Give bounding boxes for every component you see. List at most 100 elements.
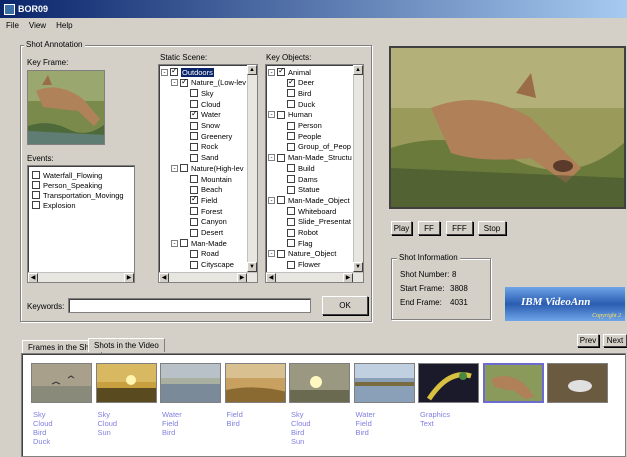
scroll-left-icon[interactable]: ◀ bbox=[266, 273, 276, 282]
checkbox[interactable] bbox=[277, 153, 285, 162]
object-item[interactable]: Build bbox=[287, 163, 315, 173]
object-item[interactable]: Deer bbox=[287, 77, 314, 88]
checkbox[interactable] bbox=[190, 132, 198, 141]
checkbox[interactable] bbox=[287, 175, 295, 183]
menu-view[interactable]: View bbox=[29, 21, 46, 30]
collapse-icon[interactable]: - bbox=[171, 239, 178, 247]
checkbox[interactable] bbox=[287, 185, 295, 194]
checkbox[interactable] bbox=[190, 153, 198, 162]
scene-item[interactable]: Cloud bbox=[190, 99, 221, 109]
scene-item[interactable]: - Outdoors bbox=[161, 66, 214, 77]
scroll-right-icon[interactable]: ▶ bbox=[124, 273, 134, 282]
object-item[interactable]: Flower bbox=[287, 260, 321, 270]
object-item[interactable]: - Human bbox=[268, 110, 312, 120]
scroll-down-icon[interactable]: ▼ bbox=[247, 262, 257, 272]
collapse-icon[interactable]: - bbox=[268, 154, 275, 162]
scroll-right-icon[interactable]: ▶ bbox=[343, 273, 353, 282]
scene-item[interactable]: Mountain bbox=[190, 174, 232, 184]
shot-thumbnail[interactable] bbox=[95, 363, 157, 403]
scene-item[interactable]: Road bbox=[190, 249, 219, 259]
objects-vscroll[interactable]: ▲ ▼ bbox=[353, 65, 363, 272]
checkbox[interactable] bbox=[170, 66, 178, 76]
checkbox[interactable] bbox=[32, 181, 40, 189]
checkbox[interactable] bbox=[180, 164, 188, 173]
checkbox[interactable] bbox=[190, 175, 198, 183]
stop-button[interactable]: Stop bbox=[478, 221, 506, 235]
scene-item[interactable]: - Nature(High-lev bbox=[171, 163, 244, 173]
scene-item[interactable]: - Nature_(Low-lev bbox=[171, 77, 246, 88]
checkbox[interactable] bbox=[287, 217, 295, 226]
checkbox[interactable] bbox=[180, 77, 188, 87]
object-item[interactable]: Duck bbox=[287, 99, 315, 109]
checkbox[interactable] bbox=[190, 207, 198, 216]
shot-thumbnail[interactable] bbox=[289, 363, 350, 403]
checkbox[interactable] bbox=[190, 260, 198, 269]
scene-item[interactable]: Canyon bbox=[190, 217, 227, 227]
object-item[interactable]: Whiteboard bbox=[287, 206, 336, 216]
shot-thumbnail[interactable] bbox=[547, 363, 608, 403]
object-item[interactable]: Slide_Presentat bbox=[287, 217, 351, 227]
checkbox[interactable] bbox=[277, 249, 285, 258]
checkbox[interactable] bbox=[277, 196, 285, 205]
scene-item[interactable]: Snow bbox=[190, 121, 220, 131]
scene-item[interactable]: Rock bbox=[190, 142, 218, 152]
scroll-up-icon[interactable]: ▲ bbox=[353, 65, 363, 75]
object-item[interactable]: Robot bbox=[287, 228, 318, 238]
scene-item[interactable]: Greenery bbox=[190, 131, 232, 141]
checkbox[interactable] bbox=[287, 228, 295, 237]
object-item[interactable]: - Man-Made_Structu bbox=[268, 153, 352, 163]
checkbox[interactable] bbox=[190, 194, 198, 205]
event-item[interactable]: Explosion bbox=[32, 200, 76, 210]
checkbox[interactable] bbox=[287, 100, 295, 109]
checkbox[interactable] bbox=[32, 201, 40, 209]
checkbox[interactable] bbox=[287, 121, 295, 130]
scene-item[interactable]: Forest bbox=[190, 206, 222, 216]
scene-vscroll[interactable]: ▲ ▼ bbox=[247, 65, 257, 272]
shot-thumbnail[interactable] bbox=[482, 363, 544, 403]
event-item[interactable]: Transportation_Movingg bbox=[32, 190, 124, 200]
checkbox[interactable] bbox=[287, 164, 295, 173]
objects-hscroll[interactable]: ◀ ▶ bbox=[266, 272, 363, 282]
checkbox[interactable] bbox=[287, 89, 295, 98]
menu-help[interactable]: Help bbox=[56, 21, 72, 30]
checkbox[interactable] bbox=[190, 217, 198, 226]
scene-item[interactable]: Water bbox=[190, 109, 221, 120]
shot-thumbnail[interactable] bbox=[224, 363, 286, 403]
checkbox[interactable] bbox=[287, 239, 295, 248]
checkbox[interactable] bbox=[287, 77, 295, 87]
shot-thumbnail[interactable] bbox=[31, 363, 92, 403]
checkbox[interactable] bbox=[287, 260, 295, 269]
scene-item[interactable]: Field bbox=[190, 194, 217, 205]
collapse-icon[interactable]: - bbox=[268, 68, 275, 76]
collapse-icon[interactable]: - bbox=[268, 196, 275, 204]
collapse-icon[interactable]: - bbox=[171, 79, 178, 87]
checkbox[interactable] bbox=[287, 142, 295, 151]
menu-file[interactable]: File bbox=[6, 21, 19, 30]
scene-hscroll[interactable]: ◀ ▶ bbox=[159, 272, 257, 282]
checkbox[interactable] bbox=[277, 66, 285, 76]
fff-button[interactable]: FFF bbox=[446, 221, 473, 235]
object-item[interactable]: - Animal bbox=[268, 66, 311, 77]
object-item[interactable]: Statue bbox=[287, 185, 320, 195]
checkbox[interactable] bbox=[190, 228, 198, 237]
checkbox[interactable] bbox=[32, 191, 40, 199]
prev-button[interactable]: Prev bbox=[577, 334, 599, 347]
shot-thumbnail[interactable] bbox=[160, 363, 221, 403]
event-item[interactable]: Waterfall_Flowing bbox=[32, 170, 102, 180]
object-item[interactable]: Dams bbox=[287, 174, 318, 184]
object-item[interactable]: Person bbox=[287, 121, 322, 131]
collapse-icon[interactable]: - bbox=[268, 111, 275, 119]
object-item[interactable]: Flag bbox=[287, 238, 313, 248]
scene-item[interactable]: Sky bbox=[190, 88, 214, 98]
shot-thumbnail[interactable] bbox=[353, 363, 415, 403]
collapse-icon[interactable]: - bbox=[268, 250, 275, 258]
collapse-icon[interactable]: - bbox=[161, 68, 168, 76]
scene-item[interactable]: Desert bbox=[190, 228, 223, 238]
shot-thumbnail[interactable] bbox=[418, 363, 479, 403]
object-item[interactable]: Bird bbox=[287, 88, 311, 98]
scroll-down-icon[interactable]: ▼ bbox=[353, 262, 363, 272]
tab-shots-in-video[interactable]: Shots in the Video bbox=[88, 338, 165, 352]
scene-item[interactable]: - Man-Made bbox=[171, 238, 227, 248]
object-item[interactable]: People bbox=[287, 131, 321, 141]
event-item[interactable]: Person_Speaking bbox=[32, 180, 102, 190]
